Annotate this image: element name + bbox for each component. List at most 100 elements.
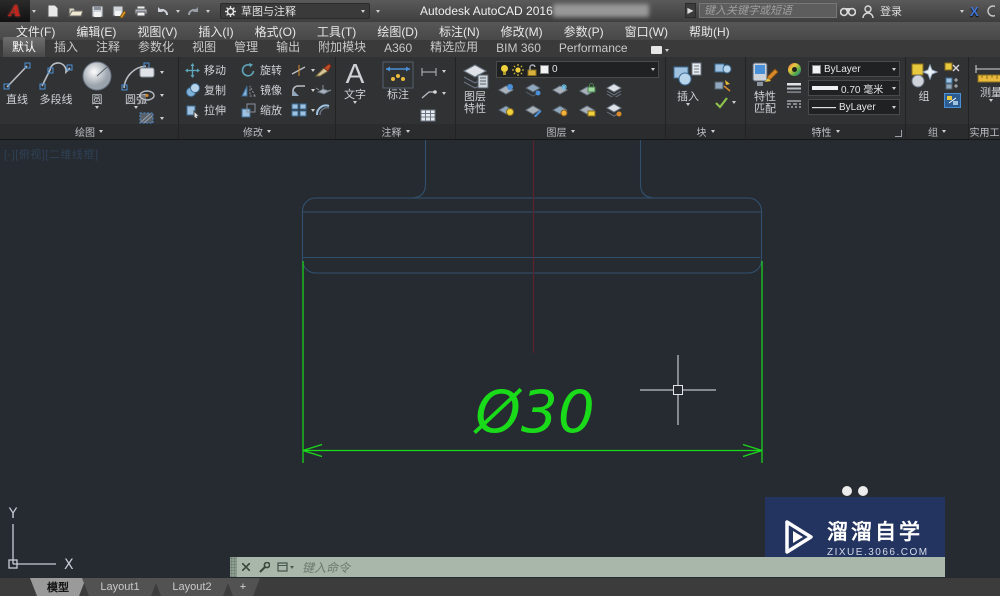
block-attr-sync-button[interactable] <box>714 95 736 109</box>
layer-walk-button[interactable] <box>606 103 623 117</box>
layer-prev-button[interactable] <box>525 103 542 117</box>
help-icon[interactable] <box>985 5 995 17</box>
copy-tool-button[interactable]: 复制 <box>185 80 226 100</box>
open-file-button[interactable] <box>66 3 84 19</box>
menu-window[interactable]: 窗口(W) <box>625 23 668 40</box>
tab-manage[interactable]: 管理 <box>225 37 267 57</box>
tab-addins[interactable]: 附加模块 <box>309 37 375 57</box>
plot-button[interactable] <box>132 3 150 19</box>
ellipse-tool-button[interactable] <box>138 85 164 105</box>
erase-tool-button[interactable] <box>315 60 332 80</box>
block-attribute-button[interactable] <box>714 78 732 92</box>
panel-annotate-footer[interactable]: 注释 <box>336 124 455 139</box>
ribbon-display-toggle[interactable] <box>650 46 669 57</box>
array-tool-button[interactable] <box>291 100 315 120</box>
leader-button[interactable] <box>420 83 446 103</box>
object-color-dropdown[interactable]: ByLayer <box>808 61 900 77</box>
measure-button[interactable]: 测量 <box>974 61 1000 102</box>
move-tool-button[interactable]: 移动 <box>185 60 226 80</box>
tab-insert[interactable]: 插入 <box>45 37 87 57</box>
signin-button[interactable]: 登录 <box>880 3 902 19</box>
layer-lock-button[interactable] <box>579 83 596 97</box>
help-search-input[interactable] <box>699 3 837 18</box>
menu-help[interactable]: 帮助(H) <box>689 23 730 40</box>
command-close-icon[interactable] <box>237 557 255 577</box>
mirror-tool-button[interactable]: 镜像 <box>241 80 282 100</box>
workspace-selector[interactable]: 草图与注释 <box>220 3 370 19</box>
save-button[interactable] <box>88 3 106 19</box>
layer-current-button[interactable] <box>498 103 515 117</box>
tab-parametric[interactable]: 参数化 <box>129 37 183 57</box>
autocad-app-icon[interactable]: A <box>0 0 30 22</box>
tab-output[interactable]: 输出 <box>267 37 309 57</box>
dialog-launcher-icon[interactable] <box>895 130 902 137</box>
command-input[interactable]: 键入命令 <box>302 559 350 576</box>
tab-model[interactable]: 模型 <box>30 578 86 596</box>
tab-bim360[interactable]: BIM 360 <box>487 40 550 57</box>
panel-block-footer[interactable]: 块 <box>666 124 745 139</box>
layer-isolate-button[interactable] <box>525 83 542 97</box>
match-properties-button[interactable]: 特性 匹配 <box>750 61 780 115</box>
layer-unlock-tool-button[interactable] <box>579 103 596 117</box>
panel-layers-footer[interactable]: 图层 <box>456 124 665 139</box>
new-file-button[interactable] <box>44 3 62 19</box>
table-button[interactable] <box>420 105 446 125</box>
tab-home[interactable]: 默认 <box>3 37 46 57</box>
part-outline[interactable] <box>301 140 763 274</box>
dimension-text[interactable]: Ø30 <box>473 378 594 446</box>
panel-draw-footer[interactable]: 绘图 <box>0 124 178 139</box>
panel-properties-footer[interactable]: 特性 <box>746 124 905 139</box>
signin-dropdown-icon[interactable] <box>960 9 964 13</box>
command-tools-wrench-icon[interactable] <box>255 557 273 577</box>
layer-select-dropdown[interactable]: 0 <box>496 61 659 78</box>
linetype-dropdown[interactable]: ByLayer <box>808 99 900 115</box>
panel-modify-footer[interactable]: 修改 <box>179 124 335 139</box>
undo-button[interactable] <box>154 3 172 19</box>
circle-dropdown-icon[interactable] <box>95 106 99 109</box>
tab-layout1[interactable]: Layout1 <box>82 578 158 596</box>
explode-tool-button[interactable] <box>315 80 332 100</box>
ungroup-button[interactable] <box>944 61 960 74</box>
search-binoculars-icon[interactable] <box>840 6 856 17</box>
command-customize-button[interactable] <box>277 562 294 572</box>
exchange-apps-icon[interactable]: X <box>970 4 979 19</box>
tab-layout2[interactable]: Layout2 <box>154 578 230 596</box>
line-tool-button[interactable]: 直线 <box>2 60 32 109</box>
redo-button[interactable] <box>184 3 202 19</box>
lineweight-dropdown[interactable]: 0.70 毫米 <box>808 80 900 96</box>
text-tool-button[interactable]: A 文字 <box>344 59 366 104</box>
tab-a360[interactable]: A360 <box>375 40 421 57</box>
panel-utilities-footer[interactable]: 实用工 <box>969 124 1000 139</box>
polyline-tool-button[interactable]: 多段线 <box>38 60 74 109</box>
layer-freeze-button[interactable] <box>552 83 569 97</box>
new-layout-button[interactable]: + <box>226 578 260 596</box>
command-line-bar[interactable]: 键入命令 <box>230 557 945 577</box>
layer-state-button[interactable] <box>552 103 569 117</box>
search-expand-button[interactable]: ▶ <box>685 3 696 18</box>
panel-group-footer[interactable]: 组 <box>906 124 968 139</box>
stretch-tool-button[interactable]: 拉伸 <box>185 100 226 120</box>
block-edit-button[interactable] <box>714 61 732 75</box>
tab-featured-apps[interactable]: 精选应用 <box>421 37 487 57</box>
command-bar-drag-handle[interactable] <box>230 557 237 577</box>
drawing-canvas[interactable]: [-][俯视][二维线框] Ø30 Y X 溜溜自学 ZIXUE.3066.CO… <box>0 140 1000 578</box>
text-dropdown-icon[interactable] <box>353 101 357 104</box>
menu-modify[interactable]: 修改(M) <box>501 23 543 40</box>
circle-tool-button[interactable]: 圆 <box>80 60 114 109</box>
menu-parametric[interactable]: 参数(P) <box>564 23 604 40</box>
qat-customize-icon[interactable] <box>376 9 380 13</box>
redo-dropdown-icon[interactable] <box>206 9 210 13</box>
tab-performance[interactable]: Performance <box>550 40 637 57</box>
measure-dropdown-icon[interactable] <box>989 99 993 102</box>
fillet-tool-button[interactable] <box>291 80 315 100</box>
group-edit-button[interactable] <box>944 77 960 90</box>
rectangle-tool-button[interactable] <box>138 62 164 82</box>
offset-tool-button[interactable] <box>315 100 332 120</box>
save-as-button[interactable] <box>110 3 128 19</box>
layer-match-button[interactable] <box>606 83 623 97</box>
trim-tool-button[interactable] <box>291 60 315 80</box>
rotate-tool-button[interactable]: 旋转 <box>241 60 282 80</box>
group-selection-toggle[interactable] <box>944 93 961 108</box>
layer-properties-button[interactable]: 图层 特性 <box>460 61 490 115</box>
tab-view[interactable]: 视图 <box>183 37 225 57</box>
